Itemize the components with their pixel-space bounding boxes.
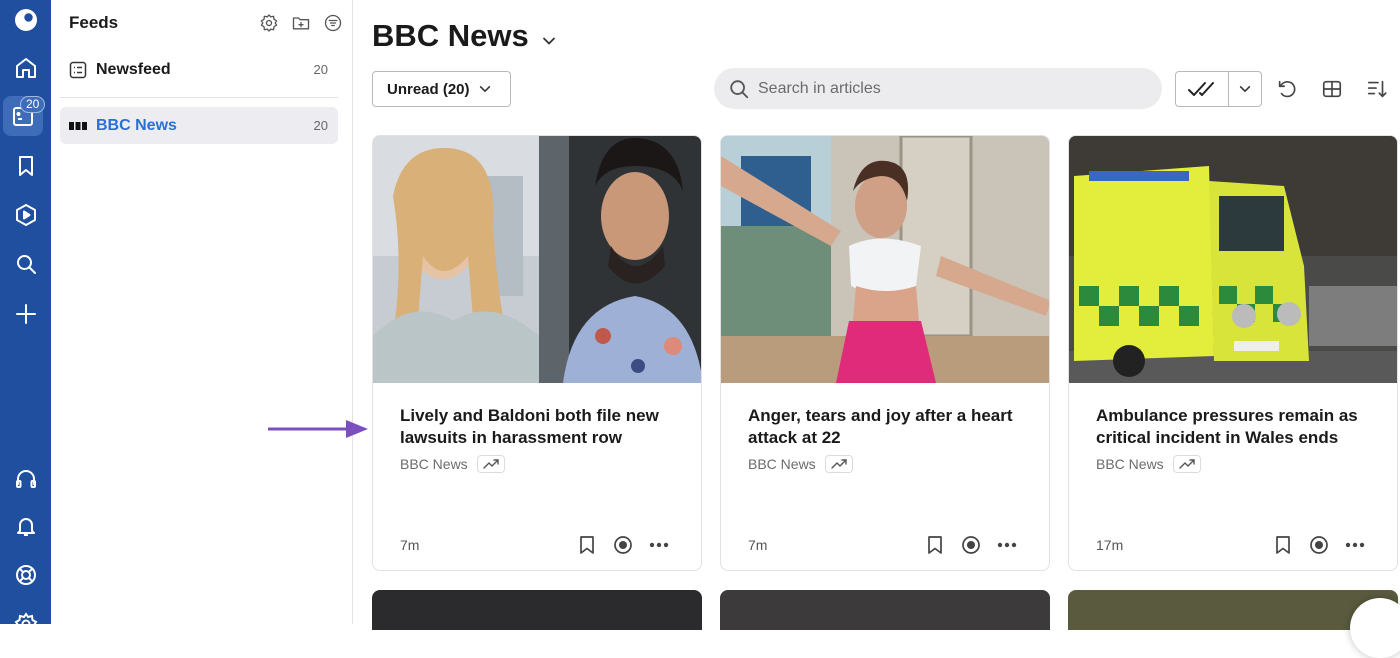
feeds-actions [256,10,346,36]
plus-icon[interactable] [0,294,51,334]
filter-icon[interactable] [320,10,346,36]
lifebuoy-icon[interactable] [0,555,51,595]
chevron-down-icon [541,21,557,57]
article-source: BBC News [1096,456,1164,472]
layout-icon[interactable] [1319,76,1345,102]
mark-read-icon[interactable] [960,534,982,556]
article-card[interactable]: Ambulance pressures remain as critical i… [1068,135,1398,571]
mark-all-read-options[interactable] [1229,72,1261,106]
trending-icon [476,455,505,473]
article-title: Anger, tears and joy after a heart attac… [748,406,1013,447]
headphones-icon[interactable] [0,458,51,498]
refresh-icon[interactable] [1274,76,1300,102]
feed-title-dropdown[interactable]: BBC News [372,15,557,57]
article-title: Lively and Baldoni both file new lawsuit… [400,406,659,447]
mark-read-icon[interactable] [1308,534,1330,556]
feeds-title: Feeds [69,13,119,32]
article-meta: BBC News [1096,455,1201,473]
article-card-partial[interactable] [720,590,1050,630]
mark-read-icon[interactable] [612,534,634,556]
article-source: BBC News [400,456,468,472]
feed-item-label: BBC News [96,116,177,134]
article-card-partial[interactable] [372,590,702,630]
trending-icon [1172,455,1201,473]
main-content: BBC News Unread (20) Search in articles … [354,0,1400,630]
mark-all-read-icon [1188,82,1215,96]
article-time: 7m [748,537,768,553]
app-logo-icon[interactable] [0,0,51,40]
article-thumbnail [373,136,701,383]
article-source: BBC News [748,456,816,472]
more-options-icon[interactable] [1344,534,1366,556]
feed-item-bbc-news[interactable]: BBC News 20 [60,107,338,144]
newsfeed-icon [69,61,87,79]
mark-all-read-split-button [1175,71,1262,107]
feed-item-count: 20 [313,118,328,133]
feed-item-count: 20 [313,62,328,77]
page-title: BBC News [372,18,529,53]
unread-filter-button[interactable]: Unread (20) [372,71,511,107]
settings-icon[interactable] [256,10,282,36]
more-options-icon[interactable] [996,534,1018,556]
bookmark-icon[interactable] [1272,534,1294,556]
article-meta: BBC News [748,455,853,473]
floating-action-button[interactable] [1350,598,1400,658]
article-thumbnail [1069,136,1397,383]
article-card-partial[interactable] [1068,590,1398,630]
article-card[interactable]: Anger, tears and joy after a heart attac… [720,135,1050,571]
bell-icon[interactable] [0,506,51,546]
hexagon-play-icon[interactable] [0,195,51,235]
article-actions [1272,534,1366,556]
search-icon[interactable] [0,244,51,284]
article-time: 7m [400,537,420,553]
chevron-down-icon [479,86,490,93]
bbc-logo-icon [69,117,87,135]
bookmark-icon[interactable] [924,534,946,556]
feeds-unread-badge: 20 [20,96,46,113]
chevron-down-icon [1240,86,1251,93]
article-card[interactable]: Lively and Baldoni both file new lawsuit… [372,135,702,571]
article-meta: BBC News [400,455,505,473]
feed-item-label: Newsfeed [96,60,171,78]
feed-item-newsfeed[interactable]: Newsfeed 20 [60,51,338,88]
article-thumbnail [721,136,1049,383]
bookmark-icon[interactable] [0,146,51,186]
article-actions [924,534,1018,556]
feeds-divider [60,97,338,98]
annotation-arrow-icon [268,420,368,438]
article-time: 17m [1096,537,1124,553]
home-icon[interactable] [0,48,51,88]
add-folder-icon[interactable] [288,10,314,36]
feeds-panel: Feeds Newsfeed 20 BBC News 20 [51,0,353,624]
search-icon [730,79,749,98]
mark-all-read-button[interactable] [1176,72,1230,106]
search-bar[interactable] [714,68,1162,109]
trending-icon [824,455,853,473]
bookmark-icon[interactable] [576,534,598,556]
more-options-icon[interactable] [648,534,670,556]
icon-rail: 20 [0,0,51,636]
search-input[interactable] [758,79,1138,98]
article-actions [576,534,670,556]
article-title: Ambulance pressures remain as critical i… [1096,406,1358,447]
sort-icon[interactable] [1364,76,1390,102]
unread-filter-label: Unread (20) [387,80,470,98]
gear-icon[interactable] [0,604,51,644]
